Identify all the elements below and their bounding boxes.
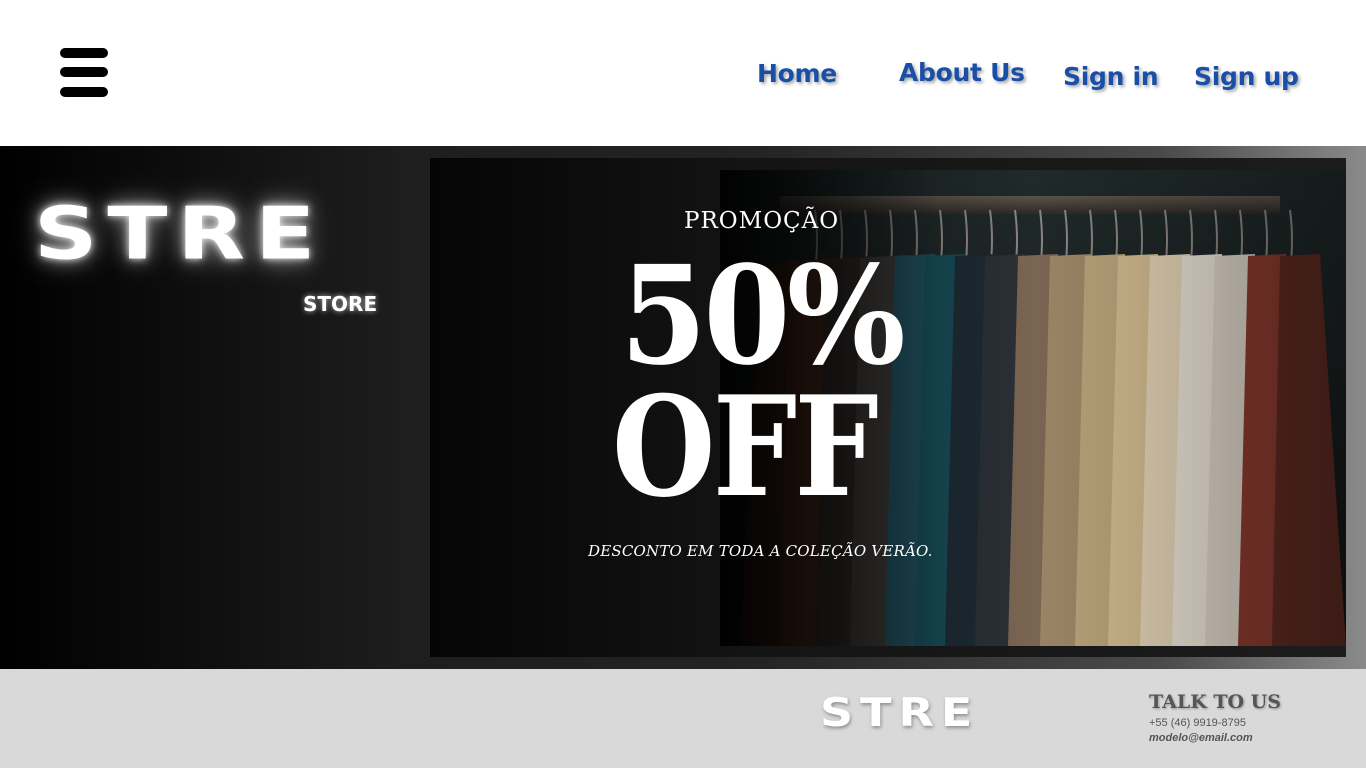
promo-banner[interactable]: PROMOÇÃO 50% OFF DESCONTO EM TODA A COLE… xyxy=(430,158,1346,657)
promo-percent: 50% xyxy=(620,236,906,396)
nav-home-link[interactable]: Home xyxy=(757,59,837,88)
promo-label: PROMOÇÃO xyxy=(684,208,840,234)
nav-signup-link[interactable]: Sign up xyxy=(1194,62,1299,91)
brand-subtitle: STORE xyxy=(303,292,378,316)
contact-phone[interactable]: +55 (46) 9919-8795 xyxy=(1149,717,1246,729)
hero-section: STRE STORE PROMOÇÃO 50% OFF DESCONTO EM … xyxy=(0,146,1366,669)
contact-email[interactable]: modelo@email.com xyxy=(1149,732,1253,744)
promo-subtitle: DESCONTO EM TODA A COLEÇÃO VERÃO. xyxy=(588,542,933,560)
nav-signin-link[interactable]: Sign in xyxy=(1063,62,1159,91)
brand-logo: STRE xyxy=(34,191,326,276)
promo-off: OFF xyxy=(612,365,879,528)
contact-title: TALK TO US xyxy=(1149,691,1281,713)
site-header: Home About Us Sign in Sign up xyxy=(0,0,1366,146)
site-footer: STRE TALK TO US +55 (46) 9919-8795 model… xyxy=(0,669,1366,768)
nav-about-link[interactable]: About Us xyxy=(899,58,1025,87)
footer-brand-logo: STRE xyxy=(820,689,980,736)
hamburger-menu-icon[interactable] xyxy=(60,48,108,98)
